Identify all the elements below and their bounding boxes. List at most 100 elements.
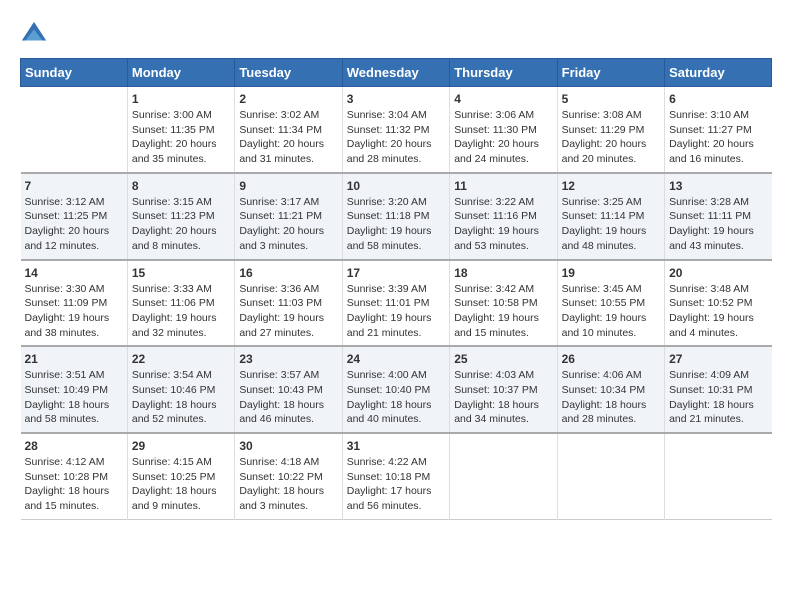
day-info: Sunrise: 3:10 AM Sunset: 11:27 PM Daylig… <box>669 108 767 167</box>
calendar-week-row: 1 Sunrise: 3:00 AM Sunset: 11:35 PM Dayli… <box>21 87 772 173</box>
day-info: Sunrise: 4:15 AM Sunset: 10:25 PM Daylig… <box>132 455 230 514</box>
day-number: 11 <box>454 179 552 193</box>
day-info: Sunrise: 3:51 AM Sunset: 10:49 PM Daylig… <box>25 368 123 427</box>
day-info: Sunrise: 4:03 AM Sunset: 10:37 PM Daylig… <box>454 368 552 427</box>
day-info: Sunrise: 3:30 AM Sunset: 11:09 PM Daylig… <box>25 282 123 341</box>
header-cell-tuesday: Tuesday <box>235 59 342 87</box>
calendar-cell: 13 Sunrise: 3:28 AM Sunset: 11:11 PM Dayl… <box>665 173 772 260</box>
header-cell-thursday: Thursday <box>450 59 557 87</box>
header-cell-saturday: Saturday <box>665 59 772 87</box>
day-info: Sunrise: 3:06 AM Sunset: 11:30 PM Daylig… <box>454 108 552 167</box>
day-number: 17 <box>347 266 445 280</box>
day-number: 18 <box>454 266 552 280</box>
day-number: 20 <box>669 266 767 280</box>
header-cell-monday: Monday <box>127 59 234 87</box>
header-cell-sunday: Sunday <box>21 59 128 87</box>
calendar-cell <box>557 433 664 519</box>
calendar-cell: 1 Sunrise: 3:00 AM Sunset: 11:35 PM Dayli… <box>127 87 234 173</box>
calendar-cell: 20 Sunrise: 3:48 AM Sunset: 10:52 PM Dayl… <box>665 260 772 347</box>
header-cell-wednesday: Wednesday <box>342 59 449 87</box>
calendar-cell: 8 Sunrise: 3:15 AM Sunset: 11:23 PM Dayli… <box>127 173 234 260</box>
day-number: 5 <box>562 92 660 106</box>
day-info: Sunrise: 3:00 AM Sunset: 11:35 PM Daylig… <box>132 108 230 167</box>
day-number: 31 <box>347 439 445 453</box>
calendar-cell: 29 Sunrise: 4:15 AM Sunset: 10:25 PM Dayl… <box>127 433 234 519</box>
calendar-week-row: 7 Sunrise: 3:12 AM Sunset: 11:25 PM Dayli… <box>21 173 772 260</box>
calendar-cell <box>665 433 772 519</box>
day-number: 7 <box>25 179 123 193</box>
day-info: Sunrise: 4:00 AM Sunset: 10:40 PM Daylig… <box>347 368 445 427</box>
calendar-cell: 4Sunrise: 3:06 AM Sunset: 11:30 PM Dayli… <box>450 87 557 173</box>
calendar-cell: 6Sunrise: 3:10 AM Sunset: 11:27 PM Dayli… <box>665 87 772 173</box>
day-info: Sunrise: 3:33 AM Sunset: 11:06 PM Daylig… <box>132 282 230 341</box>
page-header <box>20 20 772 48</box>
calendar-cell <box>450 433 557 519</box>
day-info: Sunrise: 3:28 AM Sunset: 11:11 PM Daylig… <box>669 195 767 254</box>
day-number: 29 <box>132 439 230 453</box>
day-number: 9 <box>239 179 337 193</box>
day-number: 27 <box>669 352 767 366</box>
day-number: 15 <box>132 266 230 280</box>
day-number: 26 <box>562 352 660 366</box>
calendar-cell: 3 Sunrise: 3:04 AM Sunset: 11:32 PM Dayli… <box>342 87 449 173</box>
day-number: 25 <box>454 352 552 366</box>
calendar-cell: 10 Sunrise: 3:20 AM Sunset: 11:18 PM Dayl… <box>342 173 449 260</box>
calendar-cell: 25 Sunrise: 4:03 AM Sunset: 10:37 PM Dayl… <box>450 346 557 433</box>
header-cell-friday: Friday <box>557 59 664 87</box>
day-info: Sunrise: 3:45 AM Sunset: 10:55 PM Daylig… <box>562 282 660 341</box>
day-info: Sunrise: 3:39 AM Sunset: 11:01 PM Daylig… <box>347 282 445 341</box>
day-number: 28 <box>25 439 123 453</box>
day-info: Sunrise: 3:57 AM Sunset: 10:43 PM Daylig… <box>239 368 337 427</box>
calendar-cell: 21 Sunrise: 3:51 AM Sunset: 10:49 PM Dayl… <box>21 346 128 433</box>
day-info: Sunrise: 3:12 AM Sunset: 11:25 PM Daylig… <box>25 195 123 254</box>
day-number: 13 <box>669 179 767 193</box>
day-info: Sunrise: 3:42 AM Sunset: 10:58 PM Daylig… <box>454 282 552 341</box>
calendar-week-row: 21 Sunrise: 3:51 AM Sunset: 10:49 PM Dayl… <box>21 346 772 433</box>
logo <box>20 20 52 48</box>
calendar-cell: 30Sunrise: 4:18 AM Sunset: 10:22 PM Dayl… <box>235 433 342 519</box>
day-number: 21 <box>25 352 123 366</box>
calendar-cell: 27 Sunrise: 4:09 AM Sunset: 10:31 PM Dayl… <box>665 346 772 433</box>
day-info: Sunrise: 3:36 AM Sunset: 11:03 PM Daylig… <box>239 282 337 341</box>
day-number: 24 <box>347 352 445 366</box>
day-info: Sunrise: 4:09 AM Sunset: 10:31 PM Daylig… <box>669 368 767 427</box>
calendar-week-row: 14 Sunrise: 3:30 AM Sunset: 11:09 PM Dayl… <box>21 260 772 347</box>
day-info: Sunrise: 4:18 AM Sunset: 10:22 PM Daylig… <box>239 455 337 514</box>
day-info: Sunrise: 3:20 AM Sunset: 11:18 PM Daylig… <box>347 195 445 254</box>
day-number: 2 <box>239 92 337 106</box>
calendar-cell: 18 Sunrise: 3:42 AM Sunset: 10:58 PM Dayl… <box>450 260 557 347</box>
calendar-table: SundayMondayTuesdayWednesdayThursdayFrid… <box>20 58 772 520</box>
day-info: Sunrise: 3:08 AM Sunset: 11:29 PM Daylig… <box>562 108 660 167</box>
calendar-cell: 2Sunrise: 3:02 AM Sunset: 11:34 PM Dayli… <box>235 87 342 173</box>
calendar-cell: 9Sunrise: 3:17 AM Sunset: 11:21 PM Dayli… <box>235 173 342 260</box>
day-number: 23 <box>239 352 337 366</box>
day-info: Sunrise: 3:25 AM Sunset: 11:14 PM Daylig… <box>562 195 660 254</box>
calendar-cell: 31Sunrise: 4:22 AM Sunset: 10:18 PM Dayl… <box>342 433 449 519</box>
header-row: SundayMondayTuesdayWednesdayThursdayFrid… <box>21 59 772 87</box>
calendar-body: 1 Sunrise: 3:00 AM Sunset: 11:35 PM Dayli… <box>21 87 772 520</box>
calendar-header: SundayMondayTuesdayWednesdayThursdayFrid… <box>21 59 772 87</box>
calendar-cell: 17 Sunrise: 3:39 AM Sunset: 11:01 PM Dayl… <box>342 260 449 347</box>
day-number: 19 <box>562 266 660 280</box>
calendar-cell: 24 Sunrise: 4:00 AM Sunset: 10:40 PM Dayl… <box>342 346 449 433</box>
calendar-week-row: 28Sunrise: 4:12 AM Sunset: 10:28 PM Dayl… <box>21 433 772 519</box>
day-info: Sunrise: 3:04 AM Sunset: 11:32 PM Daylig… <box>347 108 445 167</box>
calendar-cell: 16Sunrise: 3:36 AM Sunset: 11:03 PM Dayl… <box>235 260 342 347</box>
calendar-cell: 26 Sunrise: 4:06 AM Sunset: 10:34 PM Dayl… <box>557 346 664 433</box>
day-number: 14 <box>25 266 123 280</box>
day-info: Sunrise: 3:22 AM Sunset: 11:16 PM Daylig… <box>454 195 552 254</box>
calendar-cell: 19 Sunrise: 3:45 AM Sunset: 10:55 PM Dayl… <box>557 260 664 347</box>
day-number: 8 <box>132 179 230 193</box>
day-number: 1 <box>132 92 230 106</box>
calendar-cell: 28Sunrise: 4:12 AM Sunset: 10:28 PM Dayl… <box>21 433 128 519</box>
day-info: Sunrise: 3:15 AM Sunset: 11:23 PM Daylig… <box>132 195 230 254</box>
day-info: Sunrise: 4:06 AM Sunset: 10:34 PM Daylig… <box>562 368 660 427</box>
day-number: 3 <box>347 92 445 106</box>
calendar-cell <box>21 87 128 173</box>
calendar-cell: 7 Sunrise: 3:12 AM Sunset: 11:25 PM Dayli… <box>21 173 128 260</box>
day-number: 12 <box>562 179 660 193</box>
day-info: Sunrise: 3:48 AM Sunset: 10:52 PM Daylig… <box>669 282 767 341</box>
day-number: 10 <box>347 179 445 193</box>
logo-icon <box>20 20 48 48</box>
calendar-cell: 23 Sunrise: 3:57 AM Sunset: 10:43 PM Dayl… <box>235 346 342 433</box>
